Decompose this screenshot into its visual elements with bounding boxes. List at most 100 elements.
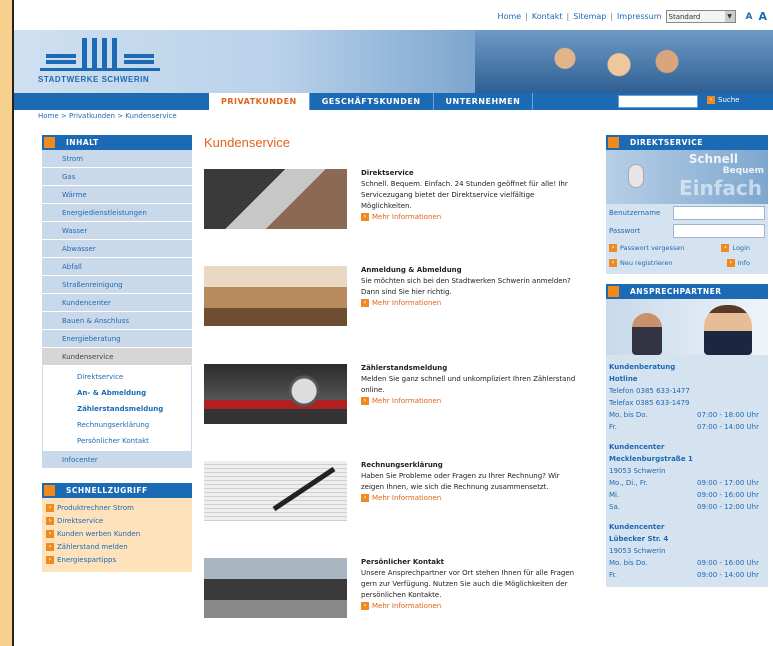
sidebar-item[interactable]: Bauen & Anschluss — [42, 312, 192, 330]
sidebar-header: INHALT — [42, 135, 192, 150]
arrow-right-icon: › — [361, 494, 369, 502]
search-button[interactable]: › Suche — [707, 96, 739, 104]
sidebar-subitem[interactable]: Direktservice — [43, 369, 191, 385]
sidebar-item[interactable]: Wärme — [42, 186, 192, 204]
font-size-large-button[interactable]: A — [758, 10, 767, 23]
entry-title[interactable]: Direktservice — [361, 169, 581, 177]
font-size-small-button[interactable]: A — [746, 12, 753, 22]
main-navigation: PRIVATKUNDEN GESCHÄFTSKUNDEN UNTERNEHMEN… — [14, 93, 773, 110]
contact-line: 19053 Schwerin — [609, 547, 765, 559]
header-banner: STADTWERKE SCHWERIN — [14, 30, 773, 93]
password-input[interactable] — [673, 224, 765, 238]
contact-line-value: 07:00 - 18:00 Uhr — [697, 411, 759, 419]
tab-privatkunden[interactable]: PRIVATKUNDEN — [209, 93, 310, 110]
breadcrumb[interactable]: Home > Privatkunden > Kundenservice — [38, 112, 177, 120]
arrow-right-icon: › — [707, 96, 715, 104]
sidebar-item-active[interactable]: Kundenservice — [42, 348, 192, 366]
tab-unternehmen[interactable]: UNTERNEHMEN — [434, 93, 534, 110]
quick-link-label: Kunden werben Kunden — [57, 529, 141, 538]
sidebar-item[interactable]: Abfall — [42, 258, 192, 276]
contact-line-value: 09:00 - 14:00 Uhr — [697, 571, 759, 579]
quick-access-box: SCHNELLZUGRIFF › Produktrechner Strom › Di… — [42, 483, 192, 572]
tab-geschaeftskunden[interactable]: GESCHÄFTSKUNDEN — [310, 93, 434, 110]
contact-line-label: Fr. — [609, 571, 617, 579]
sidebar-subitem[interactable]: An- & Abmeldung — [43, 385, 191, 401]
register-link[interactable]: Neu registrieren — [620, 259, 673, 267]
direktservice-box: DIREKTSERVICE Schnell Bequem Einfach Ben… — [606, 135, 768, 274]
contact-line-label: Sa. — [609, 503, 620, 511]
hero-word: Einfach — [678, 176, 762, 200]
sidebar-subitem[interactable]: Persönlicher Kontakt — [43, 433, 191, 449]
login-button[interactable]: Login — [732, 244, 750, 252]
entry-title[interactable]: Rechnungserklärung — [361, 461, 581, 469]
sidebar-subitem[interactable]: Zählerstandsmeldung — [43, 401, 191, 417]
separator: | — [610, 12, 614, 21]
sitemap-link[interactable]: Sitemap — [573, 12, 606, 21]
quick-link-label: Produktrechner Strom — [57, 503, 134, 512]
arrow-right-icon: › — [726, 258, 735, 267]
forgot-password-link[interactable]: Passwort vergessen — [620, 244, 684, 252]
sidebar-item[interactable]: Infocenter — [42, 451, 192, 469]
sidebar-item[interactable]: Kundencenter — [42, 294, 192, 312]
arrow-right-icon: › — [46, 503, 54, 512]
arrow-right-icon: › — [46, 555, 54, 564]
contact-line-label: Mo., Di., Fr. — [609, 479, 648, 487]
quick-link[interactable]: › Kunden werben Kunden — [46, 527, 188, 540]
arrow-right-icon: › — [361, 397, 369, 405]
search-input[interactable] — [618, 95, 698, 108]
sidebar-submenu: Direktservice An- & Abmeldung Zählerstan… — [42, 366, 192, 451]
more-info-link[interactable]: › Mehr Informationen — [361, 494, 581, 502]
hero-word: Bequem — [722, 166, 764, 176]
username-input[interactable] — [673, 206, 765, 220]
sidebar-item[interactable]: Energieberatung — [42, 330, 192, 348]
contact-heading: Kundenberatung — [609, 363, 676, 371]
quick-link[interactable]: › Direktservice — [46, 514, 188, 527]
utility-links: Home | Kontakt | Sitemap | Impressum Sta… — [498, 10, 767, 23]
sidebar-item[interactable]: Straßenreinigung — [42, 276, 192, 294]
entry-text: Unsere Ansprechpartner vor Ort stehen Ih… — [361, 569, 575, 599]
sidebar-item[interactable]: Abwasser — [42, 240, 192, 258]
more-info-link[interactable]: › Mehr Informationen — [361, 602, 581, 610]
contact-header: ANSPRECHPARTNER — [606, 284, 768, 299]
more-info-link[interactable]: › Mehr Informationen — [361, 213, 581, 221]
separator: | — [566, 12, 570, 21]
arrow-right-icon: › — [609, 243, 617, 252]
main-content: Kundenservice Direktservice Schnell. Beq… — [204, 135, 589, 618]
company-logo[interactable]: STADTWERKE SCHWERIN — [38, 38, 170, 86]
style-select[interactable]: Standard ▼ — [665, 10, 736, 23]
entry-text: Schnell. Bequem. Einfach. 24 Stunden geö… — [361, 180, 568, 210]
contact-spacer — [609, 515, 765, 523]
info-link[interactable]: Info — [738, 259, 750, 267]
quick-link[interactable]: › Zählerstand melden — [46, 540, 188, 553]
quick-link[interactable]: › Produktrechner Strom — [46, 501, 188, 514]
kontakt-link[interactable]: Kontakt — [532, 12, 563, 21]
pen-icon — [272, 466, 336, 512]
more-info-link[interactable]: › Mehr Informationen — [361, 299, 581, 307]
arrow-right-icon: › — [361, 602, 369, 610]
contact-line: Telefon 0385 633-1477 — [609, 387, 765, 399]
sidebar-item[interactable]: Gas — [42, 168, 192, 186]
more-info-link[interactable]: › Mehr Informationen — [361, 397, 581, 405]
home-link[interactable]: Home — [498, 12, 522, 21]
entry-title[interactable]: Anmeldung & Abmeldung — [361, 266, 581, 274]
impressum-link[interactable]: Impressum — [617, 12, 661, 21]
quick-link[interactable]: › Energiespartipps — [46, 553, 188, 566]
contact-heading: Mecklenburgstraße 1 — [609, 455, 693, 463]
arrow-right-icon: › — [46, 542, 54, 551]
contact-line-label: 19053 Schwerin — [609, 467, 666, 475]
contact-box: ANSPRECHPARTNER Kundenberatung Hotline Tel… — [606, 284, 768, 587]
contact-line: Fr. 09:00 - 14:00 Uhr — [609, 571, 765, 583]
sidebar-item[interactable]: Wasser — [42, 222, 192, 240]
contact-line-label: Mi. — [609, 491, 620, 499]
contact-line-value: 09:00 - 17:00 Uhr — [697, 479, 759, 487]
arrow-right-icon: › — [609, 258, 617, 267]
right-sidebar: DIREKTSERVICE Schnell Bequem Einfach Ben… — [606, 135, 768, 587]
sidebar-subitem[interactable]: Rechnungserklärung — [43, 417, 191, 433]
contact-heading: Kundencenter — [609, 523, 665, 531]
sidebar-item[interactable]: Energiedienstleistungen — [42, 204, 192, 222]
sidebar-item[interactable]: Strom — [42, 150, 192, 168]
contact-line: Sa. 09:00 - 12:00 Uhr — [609, 503, 765, 515]
entry-title[interactable]: Persönlicher Kontakt — [361, 558, 581, 566]
contact-line-label: Fr. — [609, 423, 617, 431]
entry-title[interactable]: Zählerstandsmeldung — [361, 364, 581, 372]
